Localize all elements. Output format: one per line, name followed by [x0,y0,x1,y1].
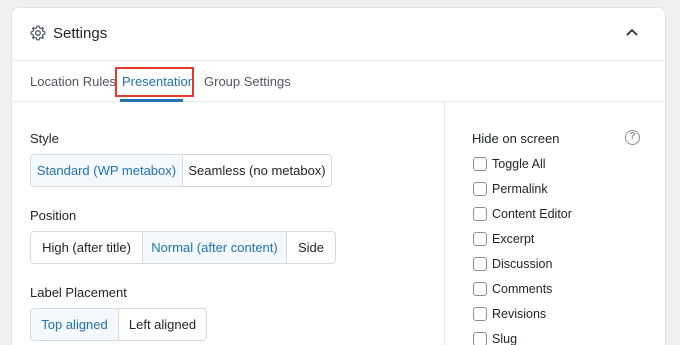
checkbox-row-revisions[interactable]: Revisions [473,306,546,322]
checkbox-label: Revisions [492,307,547,321]
settings-title: Settings [53,25,108,42]
label-placement-label: Label Placement [30,285,127,300]
checkbox-toggle-all[interactable] [473,157,487,171]
label-placement-option-top[interactable]: Top aligned [31,309,118,340]
checkbox-content-editor[interactable] [473,207,487,221]
checkbox-slug[interactable] [473,332,487,345]
checkbox-revisions[interactable] [473,307,487,321]
tab-group-settings[interactable]: Group Settings [204,61,291,102]
style-button-group: Standard (WP metabox) Seamless (no metab… [30,154,332,187]
checkbox-label: Excerpt [492,232,535,246]
help-icon[interactable]: ? [625,130,640,145]
position-button-group: High (after title) Normal (after content… [30,231,336,264]
checkbox-row-content-editor[interactable]: Content Editor [473,206,572,222]
checkbox-row-toggle-all[interactable]: Toggle All [473,156,546,172]
label-placement-button-group: Top aligned Left aligned [30,308,207,341]
position-option-high[interactable]: High (after title) [31,232,142,263]
checkbox-label: Discussion [492,257,553,271]
checkbox-comments[interactable] [473,282,487,296]
tab-bar: Location Rules Presentation Group Settin… [12,61,665,102]
style-option-seamless[interactable]: Seamless (no metabox) [182,155,331,186]
checkbox-label: Content Editor [492,207,572,221]
checkbox-row-comments[interactable]: Comments [473,281,552,297]
checkbox-label: Slug [492,332,518,345]
style-option-standard[interactable]: Standard (WP metabox) [31,155,182,186]
position-option-side[interactable]: Side [286,232,335,263]
label-placement-option-left[interactable]: Left aligned [118,309,206,340]
checkbox-excerpt[interactable] [473,232,487,246]
settings-panel: Settings Location Rules Presentation Gro… [11,7,666,345]
checkbox-row-discussion[interactable]: Discussion [473,256,552,272]
checkbox-label: Permalink [492,182,548,196]
checkbox-label: Toggle All [492,157,546,171]
presentation-settings: Style Standard (WP metabox) Seamless (no… [12,102,444,345]
checkbox-label: Comments [492,282,553,296]
highlight-box [115,67,194,97]
hide-on-screen-panel: Hide on screen ? Toggle All Permalink Co… [444,102,665,345]
tab-location-rules[interactable]: Location Rules [30,61,116,102]
checkbox-permalink[interactable] [473,182,487,196]
checkbox-row-permalink[interactable]: Permalink [473,181,548,197]
settings-header[interactable]: Settings [12,8,665,61]
style-label: Style [30,131,59,146]
hide-on-screen-label: Hide on screen [472,131,560,146]
gear-icon [30,25,46,41]
position-label: Position [30,208,77,223]
checkbox-discussion[interactable] [473,257,487,271]
chevron-up-icon[interactable] [626,28,638,36]
checkbox-row-slug[interactable]: Slug [473,331,517,345]
checkbox-row-excerpt[interactable]: Excerpt [473,231,534,247]
position-option-normal[interactable]: Normal (after content) [142,232,286,263]
